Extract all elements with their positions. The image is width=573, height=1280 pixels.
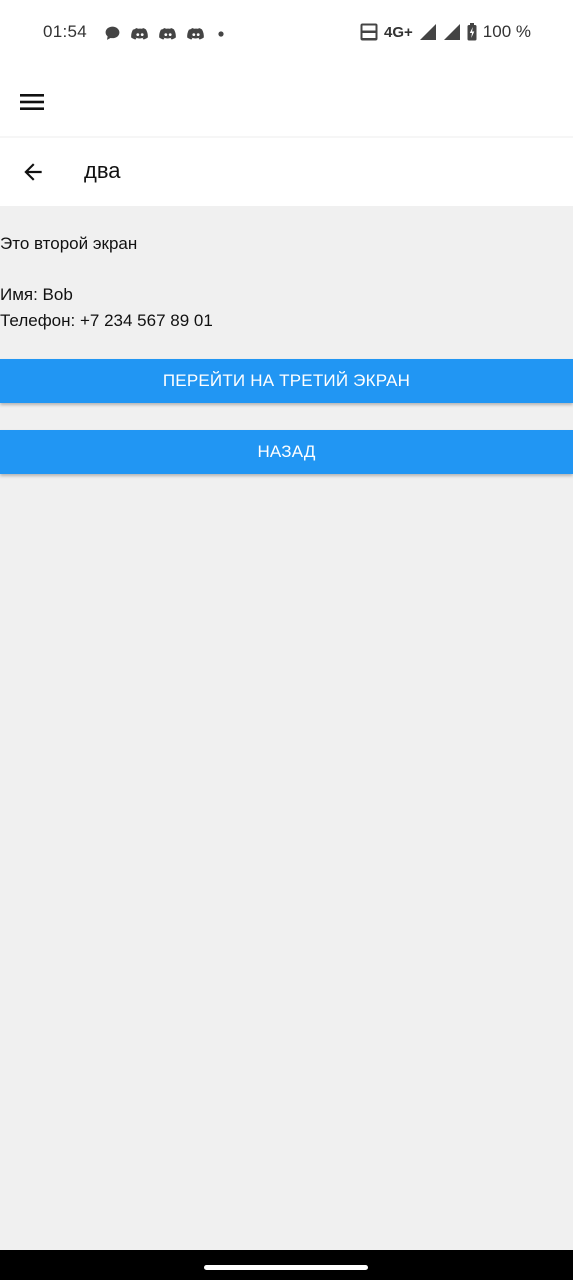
back-button[interactable]: НАЗАД	[0, 430, 573, 474]
navigation-header: два	[0, 138, 573, 206]
discord-icon	[131, 27, 148, 39]
arrow-back-icon[interactable]	[20, 159, 46, 185]
discord-icon	[159, 27, 176, 39]
app-bar	[0, 68, 573, 136]
status-bar: 01:54 4G+ 100 %	[0, 0, 573, 68]
phone-text: Телефон: +7 234 567 89 01	[0, 311, 213, 330]
gesture-handle[interactable]	[204, 1265, 368, 1270]
battery-charging-icon	[467, 23, 477, 41]
name-text: Имя: Bob	[0, 285, 73, 304]
hamburger-menu-icon[interactable]	[20, 90, 44, 114]
status-right: 4G+ 100 %	[360, 22, 531, 42]
status-time: 01:54	[43, 22, 88, 41]
volte-icon	[360, 23, 378, 41]
page-title: два	[84, 158, 121, 183]
gesture-navigation-bar	[0, 1250, 573, 1280]
chat-bubble-icon	[105, 26, 120, 40]
notification-icons	[104, 25, 227, 42]
network-type: 4G+	[384, 23, 413, 41]
signal-icon	[443, 24, 460, 40]
discord-icon	[187, 27, 204, 39]
go-to-third-screen-button[interactable]: ПЕРЕЙТИ НА ТРЕТИЙ ЭКРАН	[0, 359, 573, 403]
battery-percent: 100 %	[482, 22, 531, 41]
dot-icon	[218, 30, 224, 37]
screen-heading: Это второй экран	[0, 234, 138, 253]
signal-icon	[419, 24, 436, 40]
